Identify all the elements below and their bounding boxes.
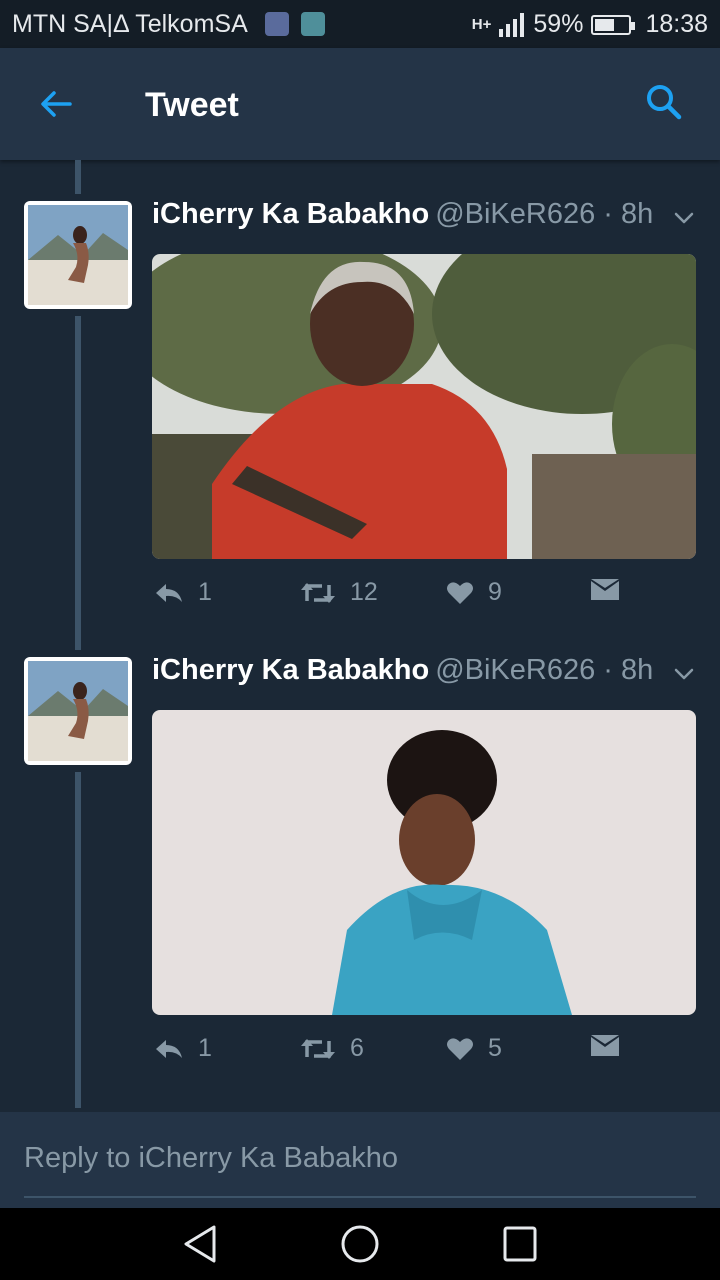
retweet-icon bbox=[301, 582, 335, 603]
retweet-count: 6 bbox=[350, 1034, 364, 1062]
page-title: Tweet bbox=[145, 86, 239, 124]
like-action[interactable]: 5 bbox=[446, 1034, 502, 1063]
heart-icon bbox=[447, 1037, 473, 1060]
gallery-app-icon bbox=[301, 12, 325, 36]
direct-message-action[interactable] bbox=[590, 1034, 620, 1058]
battery-icon bbox=[591, 14, 636, 35]
reply-count: 1 bbox=[198, 578, 212, 606]
network-type: H+ bbox=[471, 16, 492, 33]
reply-count: 1 bbox=[198, 1034, 212, 1062]
tweet-media[interactable] bbox=[152, 710, 696, 1015]
reply-bar: Reply to iCherry Ka Babakho bbox=[0, 1112, 720, 1208]
retweet-action[interactable]: 6 bbox=[300, 1034, 364, 1063]
recents-nav-icon[interactable] bbox=[502, 1224, 538, 1264]
envelope-icon bbox=[591, 579, 619, 600]
display-name[interactable]: iCherry Ka Babakho bbox=[152, 654, 429, 686]
status-right: H+ 59% 18:38 bbox=[472, 10, 708, 39]
back-nav-icon[interactable] bbox=[182, 1224, 218, 1264]
like-count: 9 bbox=[488, 578, 502, 606]
system-nav-bar bbox=[0, 1208, 720, 1280]
conversation-thread: iCherry Ka Babakho @BiKeR626 · 8h 1 12 9… bbox=[0, 160, 720, 1112]
health-app-icon bbox=[265, 12, 289, 36]
reply-icon bbox=[156, 1039, 182, 1058]
status-bar: MTN SA|Δ TelkomSA H+ 59% 18:38 bbox=[0, 0, 720, 48]
media-photo bbox=[152, 254, 696, 559]
envelope-icon bbox=[591, 1035, 619, 1056]
signal-icon bbox=[499, 12, 525, 37]
avatar[interactable] bbox=[24, 657, 132, 765]
clock: 18:38 bbox=[645, 10, 708, 38]
tweet-header: iCherry Ka Babakho @BiKeR626 · 8h bbox=[152, 198, 653, 231]
arrow-left-icon[interactable] bbox=[36, 84, 76, 124]
tweet[interactable]: iCherry Ka Babakho @BiKeR626 · 8h 1 6 5 bbox=[0, 616, 720, 1086]
search-icon[interactable] bbox=[644, 82, 684, 122]
handle-time: @BiKeR626 · 8h bbox=[435, 198, 654, 230]
tweet-header: iCherry Ka Babakho @BiKeR626 · 8h bbox=[152, 654, 653, 687]
home-nav-icon[interactable] bbox=[340, 1224, 380, 1264]
media-photo bbox=[152, 710, 696, 1015]
display-name[interactable]: iCherry Ka Babakho bbox=[152, 198, 429, 230]
app-bar: Tweet bbox=[0, 48, 720, 160]
avatar-photo bbox=[28, 205, 128, 305]
tweet[interactable]: iCherry Ka Babakho @BiKeR626 · 8h 1 12 9 bbox=[0, 160, 720, 630]
retweet-action[interactable]: 12 bbox=[300, 578, 378, 607]
reply-action[interactable]: 1 bbox=[154, 578, 212, 607]
chevron-down-icon[interactable] bbox=[674, 212, 694, 224]
direct-message-action[interactable] bbox=[590, 578, 620, 602]
like-action[interactable]: 9 bbox=[446, 578, 502, 607]
retweet-count: 12 bbox=[350, 578, 378, 606]
tweet-actions: 1 12 9 bbox=[152, 578, 696, 618]
avatar[interactable] bbox=[24, 201, 132, 309]
carrier-label: MTN SA|Δ TelkomSA bbox=[12, 10, 248, 38]
chevron-down-icon[interactable] bbox=[674, 668, 694, 680]
retweet-icon bbox=[301, 1038, 335, 1059]
reply-action[interactable]: 1 bbox=[154, 1034, 212, 1063]
reply-icon bbox=[156, 583, 182, 602]
tweet-actions: 1 6 5 bbox=[152, 1034, 696, 1074]
battery-percent: 59% bbox=[533, 10, 584, 38]
handle-time: @BiKeR626 · 8h bbox=[435, 654, 654, 686]
reply-input[interactable]: Reply to iCherry Ka Babakho bbox=[24, 1142, 696, 1198]
tweet-media[interactable] bbox=[152, 254, 696, 559]
heart-icon bbox=[447, 581, 473, 604]
avatar-photo bbox=[28, 661, 128, 761]
like-count: 5 bbox=[488, 1034, 502, 1062]
